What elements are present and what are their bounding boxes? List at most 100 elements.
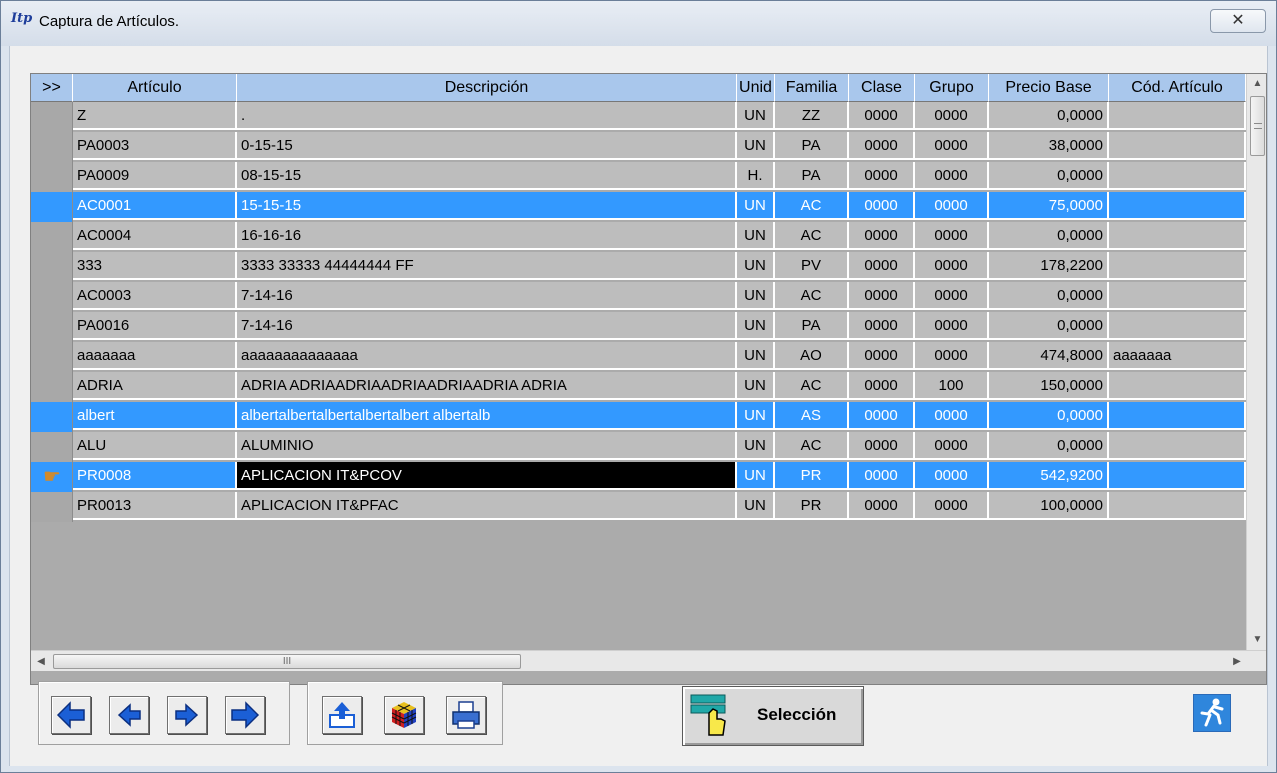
- cell-precio-base[interactable]: 75,0000: [989, 192, 1109, 220]
- horizontal-scroll-thumb[interactable]: III: [53, 654, 521, 669]
- cell-cod-articulo[interactable]: [1109, 402, 1246, 430]
- cell-descripcion[interactable]: ADRIA ADRIAADRIAADRIAADRIAADRIA ADRIA: [237, 372, 737, 400]
- cell-familia[interactable]: AC: [775, 282, 849, 310]
- cell-grupo[interactable]: 0000: [915, 402, 989, 430]
- print-button[interactable]: [446, 696, 486, 734]
- column-header-articulo[interactable]: Artículo: [73, 74, 237, 102]
- cell-grupo[interactable]: 0000: [915, 312, 989, 340]
- scroll-left-icon[interactable]: ◀: [31, 651, 51, 672]
- cell-articulo[interactable]: 333: [73, 252, 237, 280]
- cell-clase[interactable]: 0000: [849, 192, 915, 220]
- cell-articulo[interactable]: ALU: [73, 432, 237, 460]
- cell-unidad[interactable]: UN: [737, 462, 775, 490]
- table-row[interactable]: AC0001 15-15-15 UN AC 0000 0000 75,0000: [31, 192, 1246, 222]
- cell-cod-articulo[interactable]: [1109, 372, 1246, 400]
- exit-button[interactable]: [1193, 694, 1231, 732]
- cell-articulo[interactable]: AC0004: [73, 222, 237, 250]
- cell-precio-base[interactable]: 178,2200: [989, 252, 1109, 280]
- cell-grupo[interactable]: 0000: [915, 462, 989, 490]
- cell-articulo[interactable]: PA0009: [73, 162, 237, 190]
- row-indicator[interactable]: [31, 252, 73, 282]
- cell-grupo[interactable]: 0000: [915, 252, 989, 280]
- cell-descripcion[interactable]: 0-15-15: [237, 132, 737, 160]
- cell-descripcion[interactable]: APLICACION IT&PCOV: [237, 462, 737, 490]
- cell-clase[interactable]: 0000: [849, 162, 915, 190]
- column-header-precio-base[interactable]: Precio Base: [989, 74, 1109, 102]
- cell-familia[interactable]: AC: [775, 372, 849, 400]
- cell-familia[interactable]: AC: [775, 192, 849, 220]
- table-row[interactable]: 333 3333 33333 44444444 FF UN PV 0000 0000 178…: [31, 252, 1246, 282]
- column-header-unidad[interactable]: Unid: [737, 74, 775, 102]
- scroll-right-icon[interactable]: ▶: [1227, 651, 1247, 672]
- cell-descripcion[interactable]: 3333 33333 44444444 FF: [237, 252, 737, 280]
- articles-grid[interactable]: >> Artículo Descripción Unid Familia Cla…: [30, 73, 1267, 685]
- cell-grupo[interactable]: 0000: [915, 342, 989, 370]
- cell-precio-base[interactable]: 100,0000: [989, 492, 1109, 520]
- cell-familia[interactable]: PR: [775, 462, 849, 490]
- row-indicator[interactable]: [31, 402, 73, 432]
- cell-cod-articulo[interactable]: [1109, 492, 1246, 520]
- cell-unidad[interactable]: UN: [737, 222, 775, 250]
- cell-articulo[interactable]: aaaaaaa: [73, 342, 237, 370]
- cell-familia[interactable]: PA: [775, 132, 849, 160]
- cell-precio-base[interactable]: 0,0000: [989, 222, 1109, 250]
- table-row[interactable]: AC0003 7-14-16 UN AC 0000 0000 0,0000: [31, 282, 1246, 312]
- cell-unidad[interactable]: UN: [737, 132, 775, 160]
- cell-unidad[interactable]: UN: [737, 282, 775, 310]
- cell-descripcion[interactable]: 15-15-15: [237, 192, 737, 220]
- cell-unidad[interactable]: UN: [737, 312, 775, 340]
- next-record-button[interactable]: [167, 696, 207, 734]
- cell-familia[interactable]: AO: [775, 342, 849, 370]
- cell-cod-articulo[interactable]: [1109, 462, 1246, 490]
- cell-familia[interactable]: AC: [775, 222, 849, 250]
- cell-clase[interactable]: 0000: [849, 462, 915, 490]
- cell-clase[interactable]: 0000: [849, 492, 915, 520]
- cell-grupo[interactable]: 0000: [915, 192, 989, 220]
- cell-descripcion[interactable]: .: [237, 102, 737, 130]
- cell-articulo[interactable]: albert: [73, 402, 237, 430]
- cell-unidad[interactable]: H.: [737, 162, 775, 190]
- row-indicator[interactable]: ☛: [31, 462, 73, 492]
- cell-clase[interactable]: 0000: [849, 372, 915, 400]
- cell-cod-articulo[interactable]: [1109, 282, 1246, 310]
- indicator-header[interactable]: >>: [31, 74, 73, 102]
- row-indicator[interactable]: [31, 432, 73, 462]
- vertical-scrollbar[interactable]: ▲ ▼: [1246, 74, 1266, 650]
- column-header-descripcion[interactable]: Descripción: [237, 74, 737, 102]
- row-indicator[interactable]: [31, 192, 73, 222]
- cell-precio-base[interactable]: 0,0000: [989, 282, 1109, 310]
- cell-precio-base[interactable]: 150,0000: [989, 372, 1109, 400]
- cell-grupo[interactable]: 0000: [915, 222, 989, 250]
- cell-familia[interactable]: ZZ: [775, 102, 849, 130]
- cell-familia[interactable]: PA: [775, 312, 849, 340]
- column-header-familia[interactable]: Familia: [775, 74, 849, 102]
- cell-descripcion[interactable]: 08-15-15: [237, 162, 737, 190]
- table-row[interactable]: ADRIA ADRIA ADRIAADRIAADRIAADRIAADRIA ADR…: [31, 372, 1246, 402]
- row-indicator[interactable]: [31, 282, 73, 312]
- cell-familia[interactable]: PR: [775, 492, 849, 520]
- table-row[interactable]: PA0009 08-15-15 H. PA 0000 0000 0,0000: [31, 162, 1246, 192]
- cell-cod-articulo[interactable]: [1109, 132, 1246, 160]
- row-indicator[interactable]: [31, 312, 73, 342]
- cell-descripcion[interactable]: 7-14-16: [237, 282, 737, 310]
- close-button[interactable]: ✕: [1210, 9, 1266, 33]
- cell-articulo[interactable]: PA0003: [73, 132, 237, 160]
- cell-articulo[interactable]: PR0013: [73, 492, 237, 520]
- cell-precio-base[interactable]: 474,8000: [989, 342, 1109, 370]
- cell-precio-base[interactable]: 38,0000: [989, 132, 1109, 160]
- cell-precio-base[interactable]: 0,0000: [989, 312, 1109, 340]
- cell-grupo[interactable]: 0000: [915, 162, 989, 190]
- row-indicator[interactable]: [31, 222, 73, 252]
- cell-precio-base[interactable]: 542,9200: [989, 462, 1109, 490]
- cell-descripcion[interactable]: ALUMINIO: [237, 432, 737, 460]
- cell-precio-base[interactable]: 0,0000: [989, 162, 1109, 190]
- column-header-cod-articulo[interactable]: Cód. Artículo: [1109, 74, 1246, 102]
- cell-cod-articulo[interactable]: [1109, 432, 1246, 460]
- row-indicator[interactable]: [31, 342, 73, 372]
- cell-articulo[interactable]: AC0003: [73, 282, 237, 310]
- cell-familia[interactable]: PA: [775, 162, 849, 190]
- first-record-button[interactable]: [51, 696, 91, 734]
- cell-precio-base[interactable]: 0,0000: [989, 402, 1109, 430]
- cell-descripcion[interactable]: 16-16-16: [237, 222, 737, 250]
- cell-descripcion[interactable]: APLICACION IT&PFAC: [237, 492, 737, 520]
